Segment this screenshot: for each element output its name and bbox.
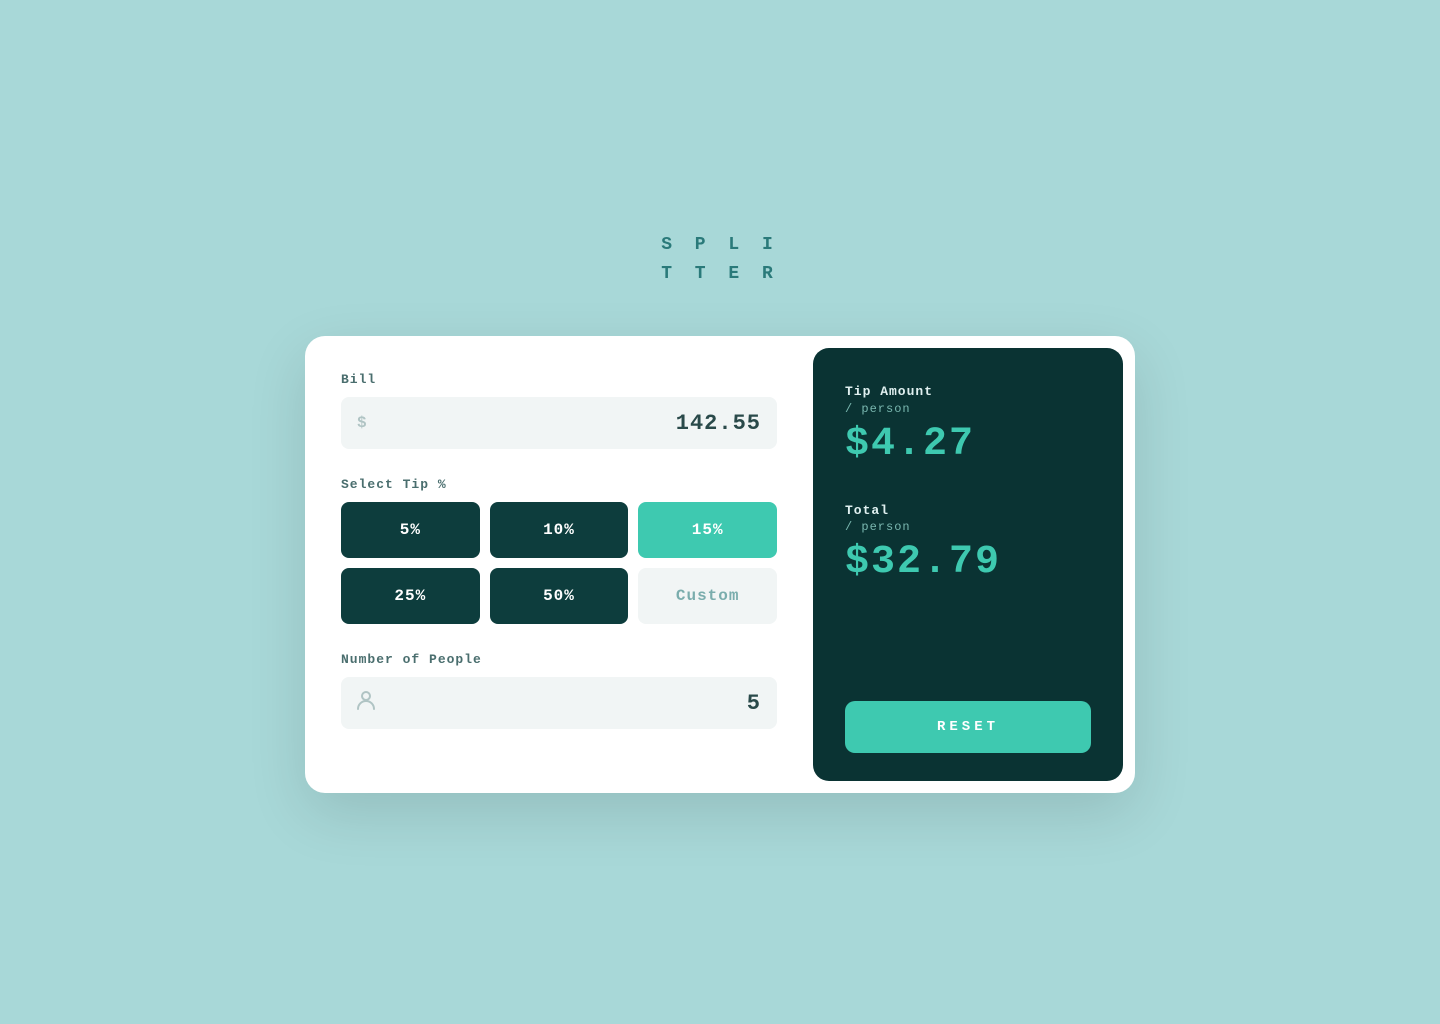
people-value: 5: [387, 691, 761, 716]
tip-amount-section: Tip Amount / person $4.27: [845, 384, 1091, 467]
total-section: Total / person $32.79: [845, 503, 1091, 586]
people-label: Number of People: [341, 652, 777, 667]
tip-btn-5[interactable]: 5%: [341, 502, 480, 558]
bill-label: Bill: [341, 372, 777, 387]
tip-btn-10[interactable]: 10%: [490, 502, 629, 558]
total-sub: / person: [845, 520, 1091, 534]
main-card: Bill $ 142.55 Select Tip % 5% 10% 15% 25…: [305, 336, 1135, 793]
tip-btn-15[interactable]: 15%: [638, 502, 777, 558]
tip-btn-50[interactable]: 50%: [490, 568, 629, 624]
app-title: S P L I T T E R: [661, 231, 779, 289]
tip-label: Select Tip %: [341, 477, 777, 492]
left-panel: Bill $ 142.55 Select Tip % 5% 10% 15% 25…: [305, 336, 813, 793]
tip-btn-custom[interactable]: Custom: [638, 568, 777, 624]
tip-amount-sub: / person: [845, 402, 1091, 416]
tip-amount-label: Tip Amount: [845, 384, 1091, 400]
bill-value: 142.55: [379, 411, 761, 436]
people-input-wrapper[interactable]: 5: [341, 677, 777, 729]
tip-btn-25[interactable]: 25%: [341, 568, 480, 624]
total-value: $32.79: [845, 540, 1091, 585]
bill-input-wrapper[interactable]: $ 142.55: [341, 397, 777, 449]
person-icon: [357, 690, 375, 716]
bill-prefix: $: [357, 414, 367, 432]
total-label: Total: [845, 503, 1091, 519]
tip-amount-value: $4.27: [845, 422, 1091, 467]
tip-buttons-grid: 5% 10% 15% 25% 50% Custom: [341, 502, 777, 624]
right-panel: Tip Amount / person $4.27 Total / person…: [813, 348, 1123, 781]
reset-button[interactable]: RESET: [845, 701, 1091, 753]
